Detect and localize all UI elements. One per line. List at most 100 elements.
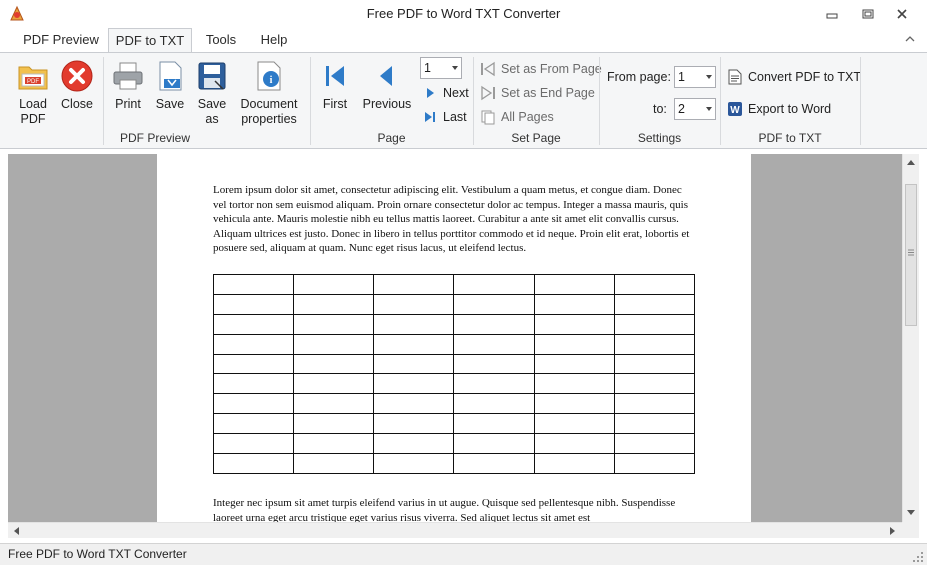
scroll-up-icon[interactable] [907,159,915,165]
scroll-right-icon[interactable] [890,527,896,535]
last-page-button[interactable]: Last [422,107,467,127]
status-text: Free PDF to Word TXT Converter [8,547,187,561]
table-cell [293,413,375,435]
table-cell [373,353,455,375]
tab-pdf-preview[interactable]: PDF Preview [18,28,104,52]
table-row [212,353,696,375]
chevron-down-icon[interactable] [452,66,458,70]
tab-pdf-to-txt[interactable]: PDF to TXT [108,28,192,53]
from-page-spinner[interactable]: 1 [674,66,716,88]
pdf-page: Lorem ipsum dolor sit amet, consectetur … [157,154,751,522]
restore-button[interactable] [851,2,885,26]
close-window-button[interactable] [885,2,919,26]
first-page-button[interactable]: First [318,59,352,112]
scroll-left-icon[interactable] [13,527,19,535]
minimize-icon [826,13,838,19]
load-pdf-icon: PDF [16,59,50,93]
set-from-page-button[interactable]: Set as From Page [480,59,602,79]
save-button[interactable]: Save [152,59,188,112]
tab-tools[interactable]: Tools [196,28,246,52]
group-label-settings: Settings [637,131,682,145]
table-cell [293,393,375,415]
all-pages-button[interactable]: All Pages [480,107,554,127]
collapse-ribbon-icon[interactable] [905,32,915,46]
table-cell [293,313,375,335]
from-page-value: 1 [678,70,685,84]
chevron-down-icon[interactable] [706,107,712,111]
table-row [212,413,696,435]
table-cell [373,453,455,474]
table-cell [533,353,615,375]
vertical-scroll-thumb[interactable] [905,184,917,326]
table-cell [453,453,535,474]
page-number-spinner[interactable]: 1 [420,57,462,79]
group-label-page: Page [377,131,406,145]
to-page-spinner[interactable]: 2 [674,98,716,120]
document-paragraph: Lorem ipsum dolor sit amet, consectetur … [213,184,690,254]
table-cell [613,373,696,395]
horizontal-scrollbar[interactable] [8,522,902,538]
document-properties-button[interactable]: i Document properties [238,59,300,127]
restore-icon [862,9,874,19]
save-icon [153,59,187,93]
load-pdf-button[interactable]: PDF Load PDF [14,59,52,127]
previous-page-button[interactable]: Previous [362,59,412,112]
table-cell [212,353,295,375]
scroll-down-icon[interactable] [907,510,915,516]
set-end-icon [480,85,496,101]
table-cell [533,313,615,335]
export-to-word-button[interactable]: W Export to Word [727,99,831,119]
table-cell [212,373,295,395]
chevron-down-icon[interactable] [706,75,712,79]
table-cell [373,393,455,415]
table-cell [373,413,455,435]
table-cell [533,333,615,355]
table-cell [373,293,455,315]
next-page-button[interactable]: Next [422,83,469,103]
table-cell [453,333,535,355]
convert-pdf-to-txt-button[interactable]: Convert PDF to TXT [727,67,861,87]
table-cell [453,413,535,435]
table-cell [613,293,696,315]
table-cell [373,333,455,355]
tab-help[interactable]: Help [252,28,296,52]
close-pdf-button[interactable]: Close [58,59,96,112]
document-viewer[interactable]: Lorem ipsum dolor sit amet, consectetur … [8,154,902,522]
table-cell [293,433,375,455]
table-cell [613,274,696,295]
minimize-button[interactable] [815,2,849,26]
svg-text:PDF: PDF [27,79,39,85]
printer-icon [111,59,145,93]
print-button[interactable]: Print [110,59,146,112]
table-cell [613,433,696,455]
resize-grip-icon[interactable] [913,552,923,562]
table-cell [293,353,375,375]
scrollbar-corner [902,522,919,538]
save-as-icon [195,59,229,93]
ribbon: PDF Load PDF Close Print Save Save as i … [0,52,927,149]
svg-text:i: i [270,75,273,86]
table-row [212,433,696,455]
title-bar: Free PDF to Word TXT Converter [0,0,927,28]
table-row [212,333,696,355]
table-cell [453,373,535,395]
set-from-icon [480,61,496,77]
table-cell [373,313,455,335]
set-end-page-button[interactable]: Set as End Page [480,83,595,103]
table-cell [533,433,615,455]
table-cell [212,393,295,415]
table-cell [212,333,295,355]
group-label-pdf-preview: PDF Preview [119,131,190,145]
table-cell [613,353,696,375]
table-cell [453,353,535,375]
table-cell [533,413,615,435]
vertical-scrollbar[interactable] [902,154,919,522]
save-as-button[interactable]: Save as [194,59,230,127]
to-page-label: to: [653,102,667,116]
table-row [212,373,696,395]
table-cell [533,393,615,415]
ribbon-tabs: PDF Preview PDF to TXT Tools Help [0,28,927,53]
txt-file-icon [727,69,743,85]
table-row [212,313,696,335]
table-cell [373,433,455,455]
